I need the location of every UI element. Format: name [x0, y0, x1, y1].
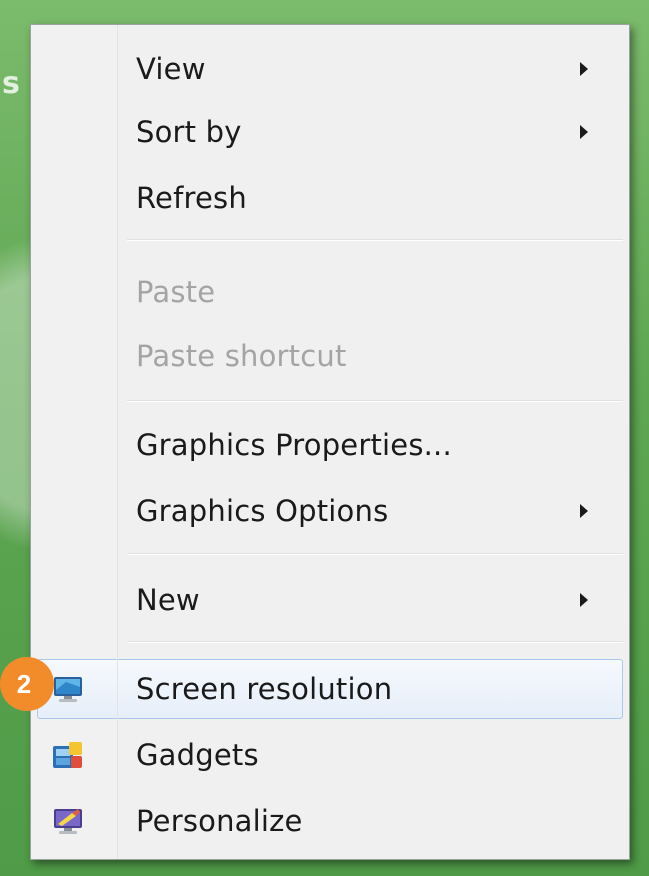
menu-item-graphics-properties[interactable]: Graphics Properties...	[37, 415, 623, 475]
desktop-context-menu: View Sort by Refresh Paste Paste shortcu…	[30, 24, 630, 860]
menu-item-label: Paste shortcut	[136, 339, 347, 373]
menu-item-label: Screen resolution	[136, 672, 393, 706]
menu-item-label: Graphics Options	[136, 494, 389, 528]
menu-item-gadgets[interactable]: Gadgets	[37, 725, 623, 785]
menu-item-refresh[interactable]: Refresh	[37, 168, 623, 228]
menu-item-new[interactable]: New	[37, 570, 623, 630]
desktop-glyph: s	[2, 66, 20, 101]
menu-item-sort-by[interactable]: Sort by	[37, 102, 623, 162]
menu-separator	[127, 400, 623, 402]
menu-item-label: Sort by	[136, 115, 242, 149]
menu-item-label: View	[136, 52, 206, 86]
menu-item-label: Graphics Properties...	[136, 428, 452, 462]
menu-item-screen-resolution[interactable]: Screen resolution	[37, 659, 623, 719]
submenu-arrow-icon	[580, 593, 588, 607]
submenu-arrow-icon	[580, 62, 588, 76]
submenu-arrow-icon	[580, 504, 588, 518]
submenu-arrow-icon	[580, 125, 588, 139]
menu-separator	[127, 641, 623, 643]
personalize-icon	[52, 806, 84, 836]
gadgets-icon	[52, 740, 84, 770]
menu-item-label: Refresh	[136, 181, 247, 215]
menu-item-paste: Paste	[37, 262, 623, 322]
menu-item-graphics-options[interactable]: Graphics Options	[37, 481, 623, 541]
monitor-icon	[52, 674, 84, 704]
step-callout-badge: 2	[0, 657, 54, 711]
menu-item-label: Paste	[136, 275, 216, 309]
menu-item-paste-shortcut: Paste shortcut	[37, 326, 623, 386]
menu-item-personalize[interactable]: Personalize	[37, 791, 623, 851]
menu-separator	[127, 553, 623, 555]
menu-item-label: New	[136, 583, 200, 617]
menu-separator	[127, 239, 623, 241]
menu-item-view[interactable]: View	[37, 39, 623, 99]
menu-item-label: Personalize	[136, 804, 303, 838]
menu-item-label: Gadgets	[136, 738, 259, 772]
